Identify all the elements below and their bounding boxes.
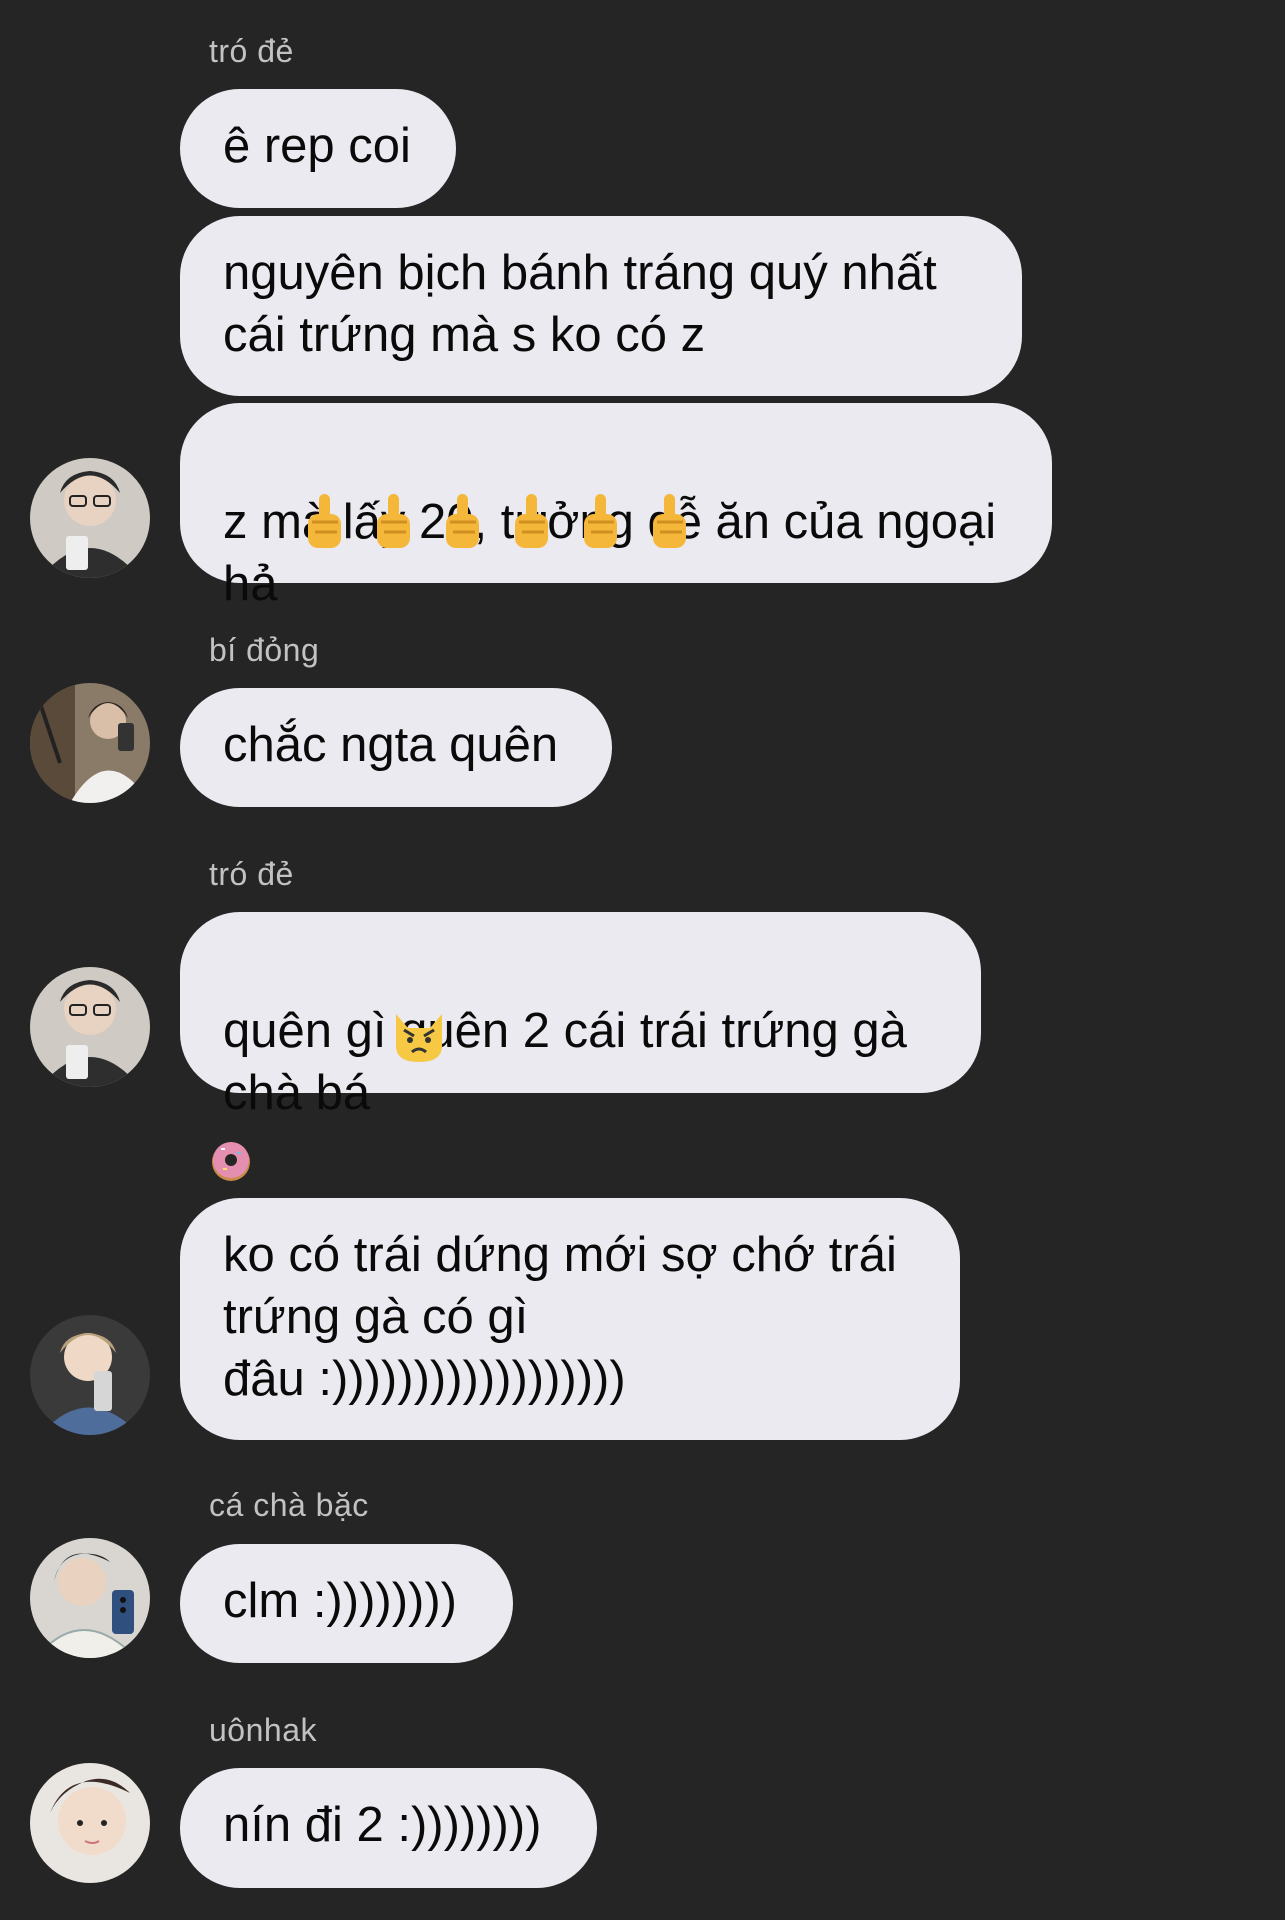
middle-finger-icon	[515, 494, 548, 548]
middle-finger-icon	[584, 494, 617, 548]
message-text: quên gì quên 2 cái trái trứng gà chà bá	[223, 1004, 907, 1120]
sender-name: tró đẻ	[209, 856, 294, 892]
message-bubble-with-emoji[interactable]: z mà lấy 20, tưởng dễ ăn của ngoại hả	[180, 403, 1052, 611]
message-bubble[interactable]: clm :))))))))	[180, 1544, 513, 1663]
message-bubble[interactable]: nín đi 2 :))))))))	[180, 1768, 597, 1888]
avatar[interactable]	[30, 683, 150, 803]
message-bubble[interactable]: nguyên bịch bánh tráng quý nhất cái trứn…	[180, 216, 1022, 396]
avatar[interactable]	[30, 1538, 150, 1658]
middle-finger-icon	[308, 494, 341, 548]
sender-name: cá chà bặc	[209, 1487, 369, 1523]
sender-name: uônhak	[209, 1712, 317, 1748]
message-bubble[interactable]: ê rep coi	[180, 89, 456, 208]
middle-finger-icon	[377, 494, 410, 548]
avatar[interactable]	[30, 1763, 150, 1883]
avatar[interactable]	[30, 1315, 150, 1435]
message-bubble-with-emoji[interactable]: quên gì quên 2 cái trái trứng gà chà bá	[180, 912, 981, 1120]
sender-name: tró đẻ	[209, 33, 294, 69]
message-bubble[interactable]: chắc ngta quên	[180, 688, 612, 807]
sender-name: bí đỏng	[209, 632, 320, 668]
pouting-cat-icon	[396, 1014, 442, 1062]
avatar[interactable]	[30, 967, 150, 1087]
avatar[interactable]	[30, 458, 150, 578]
middle-finger-icon	[653, 494, 686, 548]
doughnut-icon	[212, 1142, 250, 1181]
middle-finger-icon	[446, 494, 479, 548]
message-bubble[interactable]: ko có trái dứng mới sợ chớ trái trứng gà…	[180, 1198, 960, 1440]
